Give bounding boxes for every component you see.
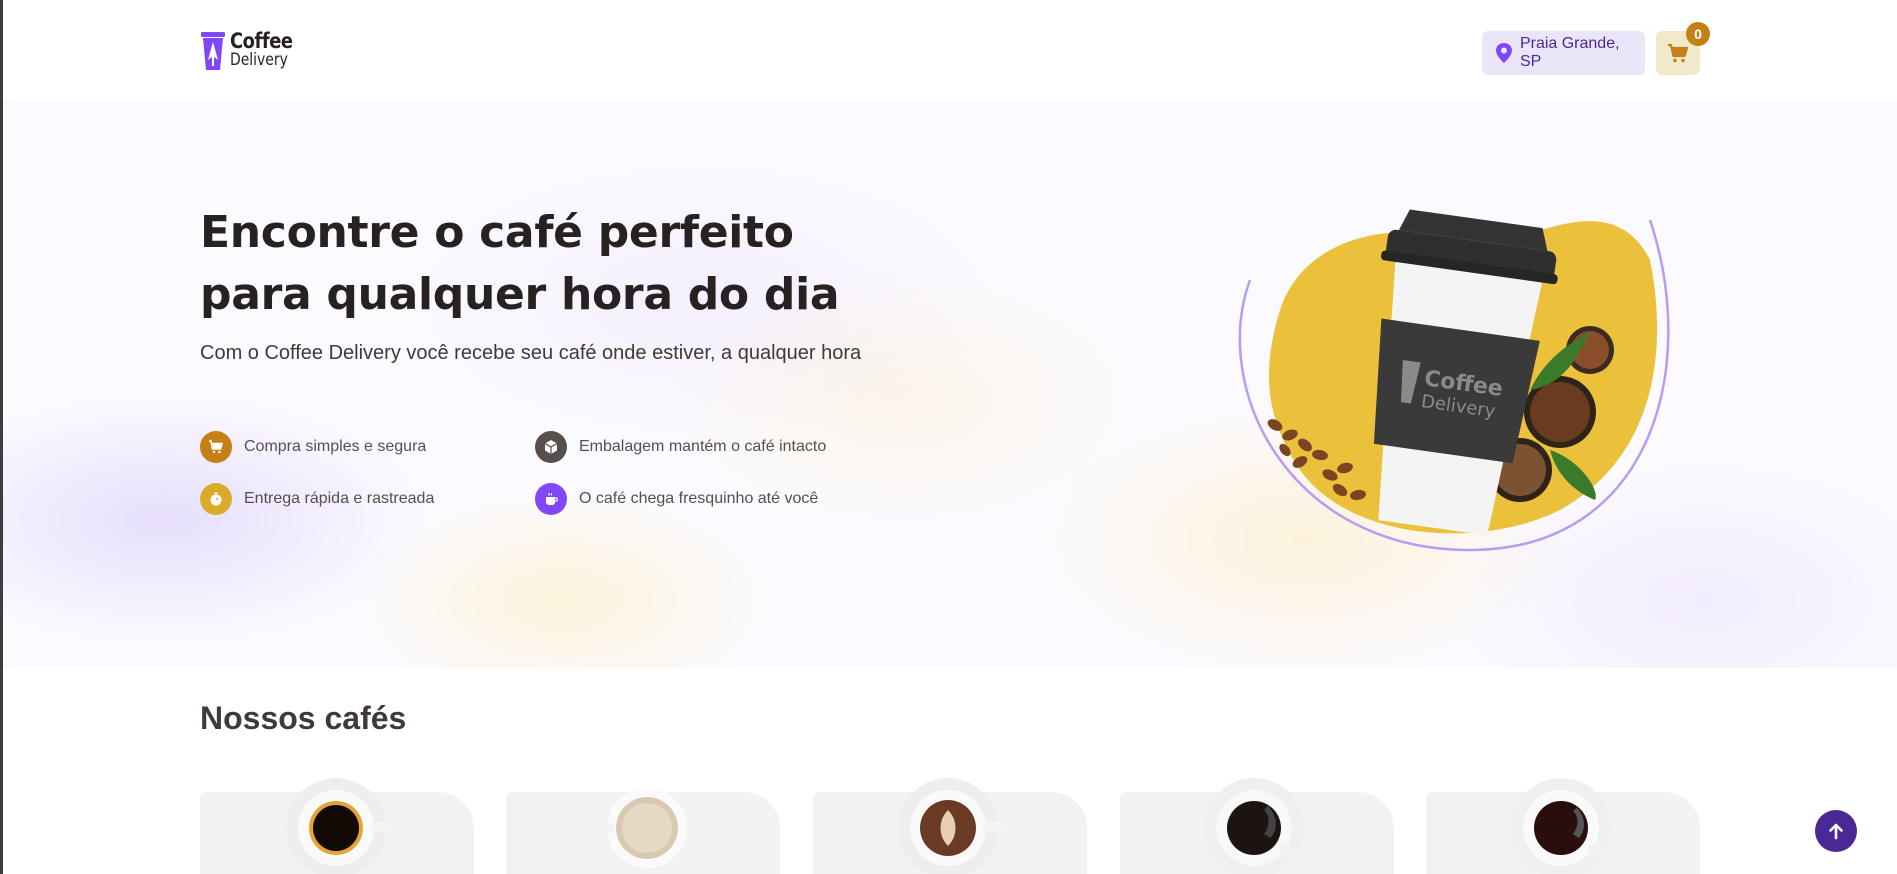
logo-text: Coffee Delivery (230, 29, 304, 70)
coffee-icon (535, 483, 567, 515)
coffee-cup-image (585, 788, 687, 868)
scroll-to-top-button[interactable] (1815, 810, 1857, 852)
hero-title: Encontre o café perfeito para qualquer h… (200, 202, 840, 326)
feature-item-delivery: Entrega rápida e rastreada (200, 483, 434, 515)
package-icon (535, 431, 567, 463)
arrow-up-icon (1825, 820, 1847, 842)
coffee-cup-image (898, 778, 1006, 874)
shopping-cart-icon (1668, 43, 1689, 63)
feature-label: O café chega fresquinho até você (579, 490, 819, 507)
logo-line1: Coffee (230, 29, 293, 53)
hero-title-line2: para qualquer hora do dia (200, 269, 840, 320)
hero-title-line1: Encontre o café perfeito (200, 207, 794, 258)
cart-count-badge: 0 (1686, 22, 1710, 46)
logo[interactable]: Coffee Delivery (200, 30, 304, 72)
feature-item-packaging: Embalagem mantém o café intacto (535, 431, 826, 463)
timer-icon (200, 483, 232, 515)
catalog-title: Nossos cafés (200, 700, 407, 736)
hero-subtitle: Com o Coffee Delivery você recebe seu ca… (200, 342, 862, 364)
header: Coffee Delivery Praia Grande, SP 0 (0, 0, 1897, 106)
feature-item-purchase: Compra simples e segura (200, 431, 426, 463)
coffee-cup-image (1204, 778, 1304, 874)
cart-icon (200, 431, 232, 463)
window-border (0, 0, 3, 874)
feature-label: Embalagem mantém o café intacto (579, 438, 827, 455)
feature-label: Entrega rápida e rastreada (244, 490, 435, 507)
coffee-cup-image (1511, 778, 1611, 874)
coffee-cup-image (286, 778, 394, 874)
feature-item-fresh: O café chega fresquinho até você (535, 483, 818, 515)
hero-coffee-image: Coffee Delivery (1238, 209, 1670, 552)
coffee-cup-logo-icon (201, 32, 225, 70)
logo-line2: Delivery (230, 50, 288, 70)
location-label: Praia Grande, SP (1519, 35, 1620, 70)
location-button[interactable]: Praia Grande, SP (1482, 31, 1645, 75)
feature-label: Compra simples e segura (244, 438, 427, 455)
map-pin-icon (1495, 43, 1512, 63)
